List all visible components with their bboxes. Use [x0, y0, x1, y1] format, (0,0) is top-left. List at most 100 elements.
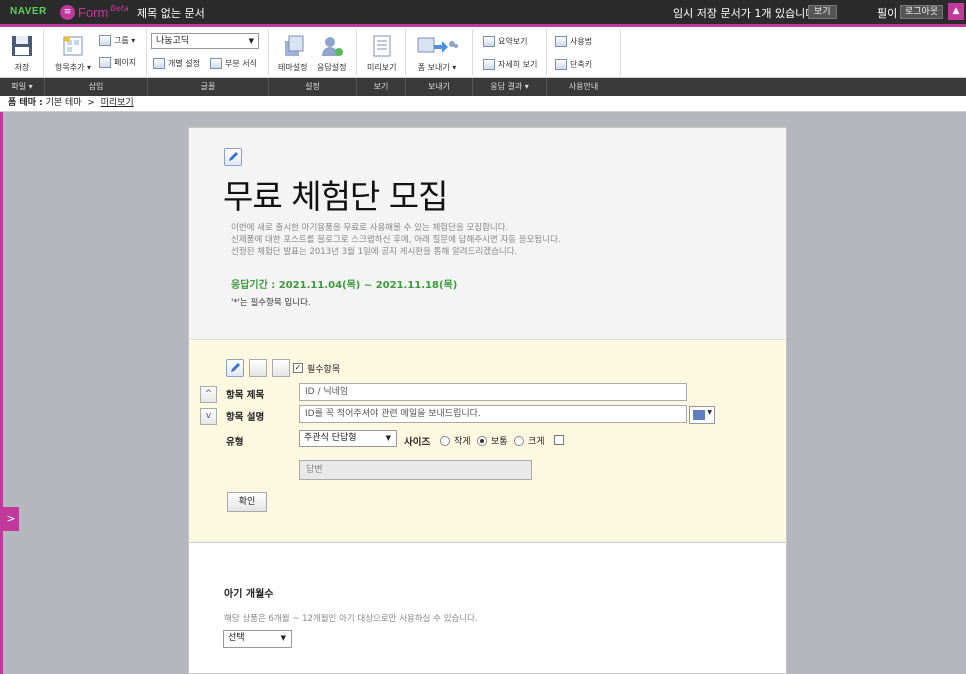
response-setting-icon [321, 37, 343, 56]
delete-icon[interactable] [272, 359, 290, 377]
required-label: 필수항목 [307, 365, 341, 375]
edit-pencil-icon[interactable] [226, 359, 244, 377]
item-desc-input[interactable]: ID를 꼭 적어주셔야 관련 메일을 보내드립니다. [299, 405, 687, 423]
breadcrumb-theme[interactable]: 기본 테마 [46, 98, 82, 108]
size-normal-label: 보통 [491, 437, 508, 447]
type-select[interactable]: 주관식 단답형 ▼ [299, 430, 397, 447]
move-down-icon[interactable]: v [200, 408, 217, 425]
type-label: 유형 [226, 437, 244, 448]
save-icon [12, 36, 32, 56]
breadcrumb-preview[interactable]: 미리보기 [101, 98, 134, 108]
question-description: 해당 상품은 6개월 ~ 12개월인 아기 대상으로만 사용하실 수 있습니다. [224, 614, 478, 624]
item-desc-label: 항목 설명 [226, 412, 265, 423]
tab-insert[interactable]: 삽입 [44, 78, 147, 96]
preview-icon [373, 35, 391, 57]
size-small-radio[interactable] [440, 436, 450, 446]
edit-header-pencil-icon[interactable] [224, 148, 242, 166]
tab-view[interactable]: 보기 [356, 78, 405, 96]
breadcrumb-label: 폼 테마 : [8, 98, 43, 108]
page-icon [99, 57, 111, 68]
response-period: 응답기간 : 2021.11.04(목) ~ 2021.11.18(목) [231, 280, 458, 291]
question-editor: ✓ 필수항목 ^ v 항목 제목 ID / 닉네임 항목 설명 ID를 꼭 적어… [189, 341, 786, 543]
move-up-icon[interactable]: ^ [200, 386, 217, 403]
font-select[interactable]: 나눔고딕 ▼ [151, 33, 259, 49]
page-button[interactable]: 페이지 [99, 57, 136, 68]
tab-file[interactable]: 파일 ▾ [0, 78, 44, 96]
save-button[interactable]: 저장 [10, 34, 34, 73]
required-note: '*'는 필수항목 입니다. [231, 298, 311, 308]
preview-button[interactable]: 미리보기 [367, 34, 396, 73]
size-extra-checkbox[interactable] [554, 435, 564, 445]
theme-setting-button[interactable]: 테마설정 [278, 34, 307, 73]
view-saved-button[interactable]: 보기 [808, 5, 837, 19]
tab-guide[interactable]: 사용안내 [546, 78, 620, 96]
saved-status: 임시 저장 문서가 1개 있습니다. [673, 7, 819, 20]
size-large-radio[interactable] [514, 436, 524, 446]
item-title-input[interactable]: ID / 닉네임 [299, 383, 687, 401]
partial-format-icon [210, 58, 222, 69]
item-title-label: 항목 제목 [226, 390, 265, 401]
save-label: 저장 [14, 63, 30, 72]
summary-view-icon [483, 36, 495, 47]
form-logo[interactable]: ≡ Form Beta [60, 3, 129, 21]
top-bar: NAVER ≡ Form Beta 제목 없는 문서 임시 저장 문서가 1개 … [0, 0, 966, 24]
beta-label: Beta [110, 3, 129, 13]
chevron-down-icon: ▼ [707, 409, 712, 416]
font-select-value: 나눔고딕 [156, 36, 190, 46]
form-logo-text: Form [78, 4, 109, 20]
size-normal-radio[interactable] [477, 436, 487, 446]
add-item-icon [63, 36, 83, 56]
collapse-icon[interactable]: ▲ [948, 3, 964, 20]
send-form-button[interactable]: 폼 보내기 ▾ [416, 34, 458, 73]
chevron-down-icon: ▼ [248, 37, 254, 45]
confirm-button[interactable]: 확인 [227, 492, 267, 512]
how-to-use-button[interactable]: 사용법 [555, 36, 592, 47]
individual-setting-button[interactable]: 개별 설정 [153, 58, 200, 69]
form-title: 무료 체험단 모집 [223, 177, 448, 216]
question-title: 아기 개월수 [224, 589, 274, 600]
individual-setting-icon [153, 58, 165, 69]
color-swatch [693, 410, 705, 420]
help-icon [555, 36, 567, 47]
shortcut-button[interactable]: 단축키 [555, 59, 592, 70]
add-item-label: 항목추가 ▾ [55, 63, 92, 72]
naver-logo[interactable]: NAVER [10, 6, 47, 17]
detail-view-icon [483, 59, 495, 70]
summary-view-button[interactable]: 요약보기 [483, 36, 527, 47]
logout-button[interactable]: 로그아웃 [900, 5, 944, 19]
tab-responses[interactable]: 응답 결과 ▾ [472, 78, 546, 96]
breadcrumb: 폼 테마 : 기본 테마 > 미리보기 [0, 96, 966, 112]
chevron-down-icon: ▼ [280, 634, 286, 642]
tab-send[interactable]: 보내기 [405, 78, 472, 96]
ribbon-toolbar: 저장 항목추가 ▾ 그룹 ▾ 페이지 나눔고딕 ▼ 개별 설정 부분 서식 테마설… [0, 27, 966, 78]
answer-preview-field: 답변 [299, 460, 532, 480]
copy-icon[interactable] [249, 359, 267, 377]
breadcrumb-separator: > [87, 98, 95, 108]
left-accent-strip [0, 112, 3, 674]
partial-format-button[interactable]: 부분 서식 [210, 58, 257, 69]
tab-settings[interactable]: 설정 [268, 78, 356, 96]
send-form-icon [417, 37, 458, 53]
required-checkbox[interactable]: ✓ [293, 363, 303, 373]
chevron-down-icon: ▼ [385, 434, 391, 442]
keyboard-icon [555, 59, 567, 70]
document-title[interactable]: 제목 없는 문서 [137, 5, 205, 21]
form-description: 이번에 새로 출시한 아기용품을 무료로 사용해볼 수 있는 체험단을 모집합니… [231, 223, 561, 257]
size-small-label: 작게 [454, 437, 471, 447]
form-header[interactable]: 무료 체험단 모집 이번에 새로 출시한 아기용품을 무료로 사용해볼 수 있는… [189, 128, 786, 340]
size-label: 사이즈 [404, 437, 431, 448]
form-page: 무료 체험단 모집 이번에 새로 출시한 아기용품을 무료로 사용해볼 수 있는… [188, 127, 787, 674]
user-name: 필이 [877, 7, 898, 20]
tab-font[interactable]: 글꼴 [147, 78, 268, 96]
detail-view-button[interactable]: 자세히 보기 [483, 59, 537, 70]
baby-months-select[interactable]: 선택 ▼ [223, 630, 292, 648]
text-color-button[interactable]: ▼ [689, 406, 715, 424]
theme-icon [284, 35, 304, 56]
send-form-label: 폼 보내기 ▾ [417, 63, 457, 72]
add-item-button[interactable]: 항목추가 ▾ [55, 34, 91, 73]
group-button[interactable]: 그룹 ▾ [99, 35, 135, 46]
expand-panel-icon[interactable]: > [3, 507, 19, 531]
group-icon [99, 35, 111, 46]
response-setting-button[interactable]: 응답설정 [317, 34, 346, 73]
size-large-label: 크게 [528, 437, 545, 447]
